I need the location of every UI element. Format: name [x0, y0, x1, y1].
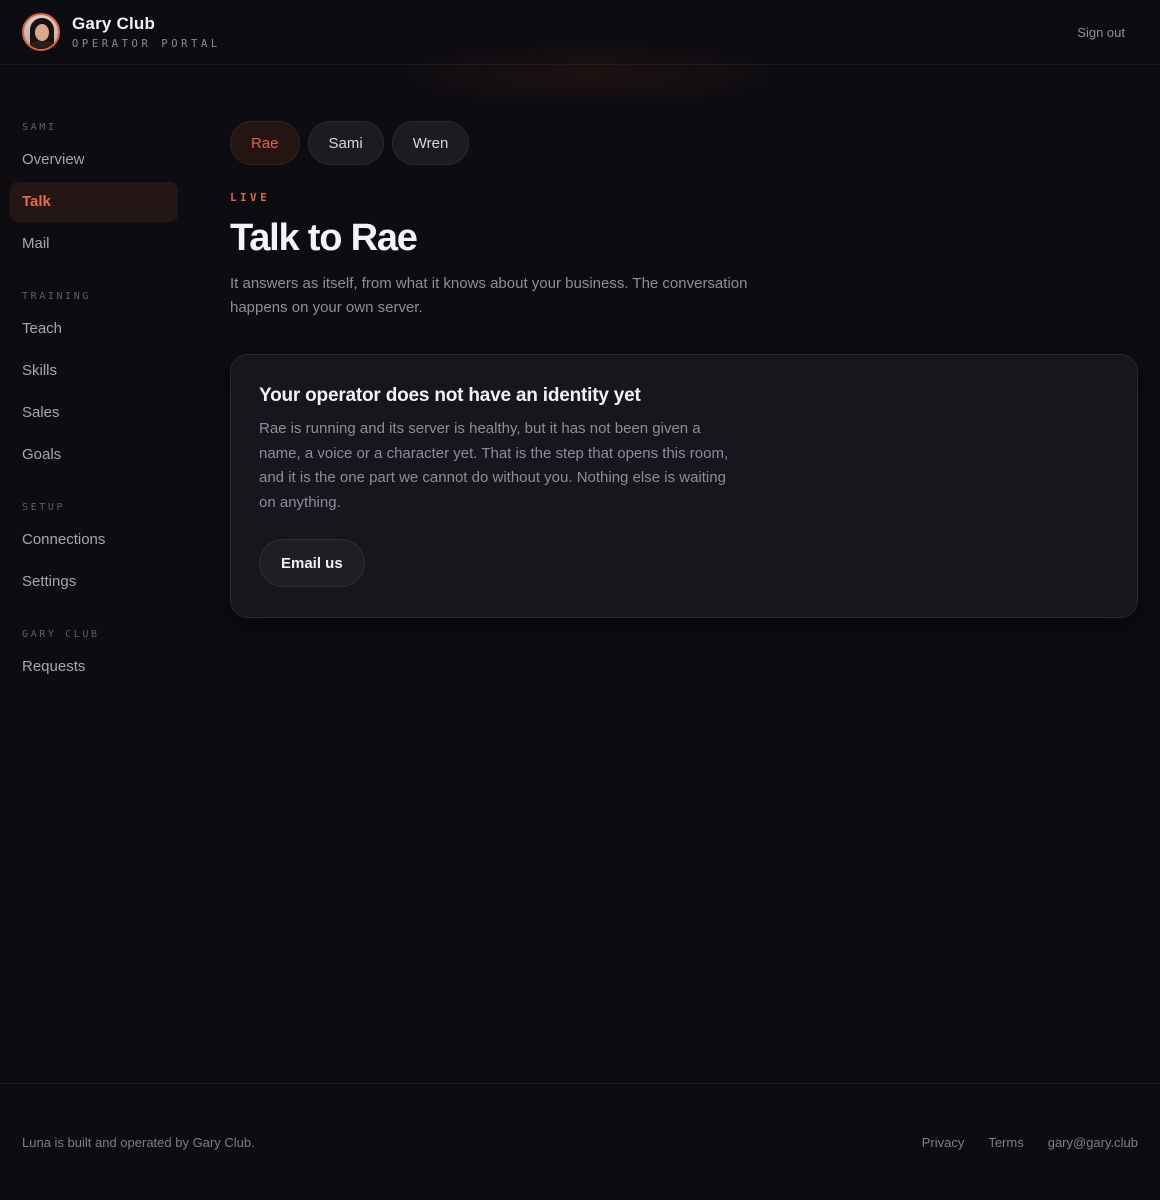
sidebar-item-overview[interactable]: Overview	[10, 140, 178, 180]
sidebar-item-goals[interactable]: Goals	[10, 435, 178, 475]
footer: Luna is built and operated by Gary Club.…	[0, 1083, 1160, 1200]
card-title: Your operator does not have an identity …	[259, 385, 641, 406]
footer-link-email[interactable]: gary@gary.club	[1048, 1135, 1138, 1150]
main-content: Rae Sami Wren LIVE Talk to Rae It answer…	[230, 121, 1138, 618]
sidebar: SAMI Overview Talk Mail TRAINING Teach S…	[10, 118, 178, 687]
sidebar-section-sami: SAMI	[22, 122, 57, 133]
chip-rae[interactable]: Rae	[230, 121, 300, 165]
sidebar-item-mail[interactable]: Mail	[10, 224, 178, 264]
sidebar-item-settings[interactable]: Settings	[10, 562, 178, 602]
brand-title: Gary Club	[72, 14, 156, 33]
footer-note: Luna is built and operated by Gary Club.	[22, 1134, 255, 1150]
avatar-body	[28, 41, 56, 49]
footer-link-privacy[interactable]: Privacy	[922, 1135, 965, 1150]
card-body: Rae is running and its server is healthy…	[259, 420, 729, 511]
sidebar-item-sales[interactable]: Sales	[10, 393, 178, 433]
avatar	[22, 13, 60, 51]
sidebar-item-connections[interactable]: Connections	[10, 520, 178, 560]
footer-link-terms[interactable]: Terms	[988, 1135, 1023, 1150]
page-title: Talk to Rae	[230, 217, 418, 259]
avatar-face	[35, 24, 49, 41]
sidebar-section-gary-club: GARY CLUB	[22, 629, 100, 640]
sign-out-link[interactable]: Sign out	[1077, 25, 1125, 40]
identity-card: Your operator does not have an identity …	[230, 354, 1138, 618]
sidebar-item-talk[interactable]: Talk	[10, 182, 178, 222]
chip-sami[interactable]: Sami	[307, 121, 384, 165]
brand-text: Gary Club OPERATOR PORTAL	[72, 14, 221, 50]
live-label: LIVE	[230, 191, 271, 204]
sidebar-item-skills[interactable]: Skills	[10, 351, 178, 391]
brand[interactable]: Gary Club OPERATOR PORTAL	[22, 13, 221, 51]
sidebar-item-requests[interactable]: Requests	[10, 647, 178, 687]
brand-subtitle: OPERATOR PORTAL	[72, 38, 221, 50]
chip-wren[interactable]: Wren	[391, 121, 470, 165]
email-us-button[interactable]: Email us	[259, 539, 365, 587]
top-bar: Gary Club OPERATOR PORTAL Sign out	[0, 0, 1160, 65]
page: Gary Club OPERATOR PORTAL Sign out SAMI …	[0, 0, 1160, 1200]
sidebar-section-training: TRAINING	[22, 291, 91, 302]
operator-chips: Rae Sami Wren	[230, 121, 1138, 165]
sidebar-section-setup: SETUP	[22, 502, 66, 513]
page-description: It answers as itself, from what it knows…	[230, 275, 748, 316]
sidebar-item-teach[interactable]: Teach	[10, 309, 178, 349]
footer-links: Privacy Terms gary@gary.club	[922, 1135, 1138, 1150]
